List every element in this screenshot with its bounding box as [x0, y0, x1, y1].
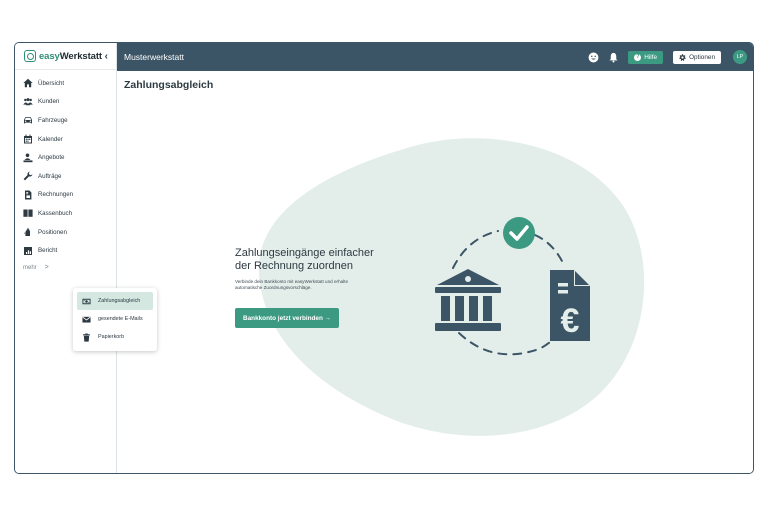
sidebar-item-label: Kalender: [38, 135, 63, 143]
bank-icon: [435, 269, 501, 331]
sidebar-item-label: Aufträge: [38, 172, 62, 180]
options-button[interactable]: Optionen: [673, 50, 721, 64]
sidebar-item-label: Fahrzeuge: [38, 116, 68, 124]
check-circle-icon: [503, 217, 535, 249]
sidebar: easyWerkstatt ‹ Übersicht Kunden Fahrzeu…: [15, 43, 117, 473]
chevron-right-icon: >: [44, 264, 49, 272]
topbar: Musterwerkstatt ? Hilfe Optionen LP: [117, 43, 753, 71]
main-content: Zahlungsabgleich Zahlungseingänge einfac…: [117, 71, 753, 473]
sidebar-more-toggle[interactable]: mehr >: [15, 260, 116, 276]
brand-suffix: Werkstatt: [59, 50, 102, 62]
users-icon: [22, 97, 33, 107]
mail-icon: [82, 315, 91, 324]
sidebar-item-auftraege[interactable]: Aufträge: [15, 167, 116, 186]
hero-description-line-2: automatische Zuordnungsvorschläge.: [235, 284, 312, 290]
sidebar-item-label: Kunden: [38, 98, 60, 106]
sidebar-item-angebote[interactable]: Angebote: [15, 148, 116, 167]
sidebar-item-label: Angebote: [38, 154, 65, 162]
brand-name: easyWerkstatt: [39, 51, 102, 62]
sidebar-item-kunden[interactable]: Kunden: [15, 93, 116, 112]
options-button-label: Optionen: [689, 53, 715, 61]
menu-item-label: Papierkorb: [98, 334, 125, 340]
workshop-name: Musterwerkstatt: [124, 52, 184, 62]
hero-heading-line-1: Zahlungseingänge einfacher: [235, 247, 374, 259]
report-icon: [22, 246, 33, 256]
sidebar-item-uebersicht[interactable]: Übersicht: [15, 74, 116, 93]
more-menu-popup: Zahlungsabgleich gesendete E-Mails Papie…: [73, 288, 157, 351]
money-icon: [82, 297, 91, 306]
brand-prefix: easy: [39, 50, 60, 62]
book-icon: [22, 208, 33, 218]
sidebar-item-kalender[interactable]: Kalender: [15, 130, 116, 149]
wrench-icon: [22, 171, 33, 181]
oil-can-icon: [22, 227, 33, 237]
gear-icon: [679, 53, 686, 61]
dashed-arc-bottom: [458, 332, 560, 356]
menu-item-zahlungsabgleich[interactable]: Zahlungsabgleich: [77, 292, 153, 310]
user-avatar[interactable]: LP: [733, 50, 747, 64]
bank-invoice-illustration: €: [435, 217, 590, 356]
sidebar-item-positionen[interactable]: Positionen: [15, 223, 116, 242]
sidebar-item-rechnungen[interactable]: Rechnungen: [15, 186, 116, 205]
smiley-icon[interactable]: [588, 52, 599, 63]
chevron-left-icon[interactable]: ‹: [105, 51, 108, 62]
dashed-arc-top-left: [452, 230, 499, 269]
hero-description: Verbinde dein Bankkonto mit easyWerkstat…: [235, 279, 395, 291]
calendar-icon: [22, 134, 33, 144]
help-button-label: Hilfe: [644, 53, 658, 61]
hero-heading-line-2: der Rechnung zuordnen: [235, 260, 354, 272]
home-icon: [22, 78, 33, 88]
bell-icon[interactable]: [608, 52, 619, 63]
invoice-icon: [22, 190, 33, 200]
connect-bank-button[interactable]: Bankkonto jetzt verbinden →: [235, 308, 340, 328]
question-icon: ?: [634, 53, 642, 61]
menu-item-label: Zahlungsabgleich: [98, 298, 141, 304]
sidebar-more-label: mehr: [23, 264, 37, 271]
euro-symbol: €: [561, 302, 580, 340]
brand-logo-icon: [24, 50, 36, 62]
sidebar-item-label: Bericht: [38, 247, 58, 255]
person-desk-icon: [22, 153, 33, 163]
menu-item-sent-emails[interactable]: gesendete E-Mails: [77, 310, 153, 328]
help-button[interactable]: ? Hilfe: [628, 50, 664, 64]
sidebar-item-label: Positionen: [38, 228, 67, 236]
dashed-arc-top-right: [534, 234, 564, 264]
brand-header: easyWerkstatt ‹: [15, 43, 116, 70]
app-window: easyWerkstatt ‹ Übersicht Kunden Fahrzeu…: [14, 42, 754, 474]
menu-item-label: gesendete E-Mails: [98, 316, 143, 322]
sidebar-item-bericht[interactable]: Bericht: [15, 241, 116, 260]
euro-invoice-icon: €: [550, 270, 590, 341]
sidebar-item-kassenbuch[interactable]: Kassenbuch: [15, 204, 116, 223]
car-icon: [22, 115, 33, 125]
hero-heading: Zahlungseingänge einfacher der Rechnung …: [235, 247, 405, 273]
sidebar-nav: Übersicht Kunden Fahrzeuge Kalender Ange…: [15, 70, 116, 260]
sidebar-item-label: Übersicht: [38, 79, 65, 87]
trash-icon: [82, 333, 91, 342]
topbar-actions: ? Hilfe Optionen LP: [588, 50, 753, 64]
sidebar-item-fahrzeuge[interactable]: Fahrzeuge: [15, 111, 116, 130]
page-title: Zahlungsabgleich: [124, 79, 214, 91]
menu-item-trash[interactable]: Papierkorb: [77, 328, 153, 346]
sidebar-item-label: Rechnungen: [38, 191, 74, 199]
sidebar-item-label: Kassenbuch: [38, 209, 73, 217]
